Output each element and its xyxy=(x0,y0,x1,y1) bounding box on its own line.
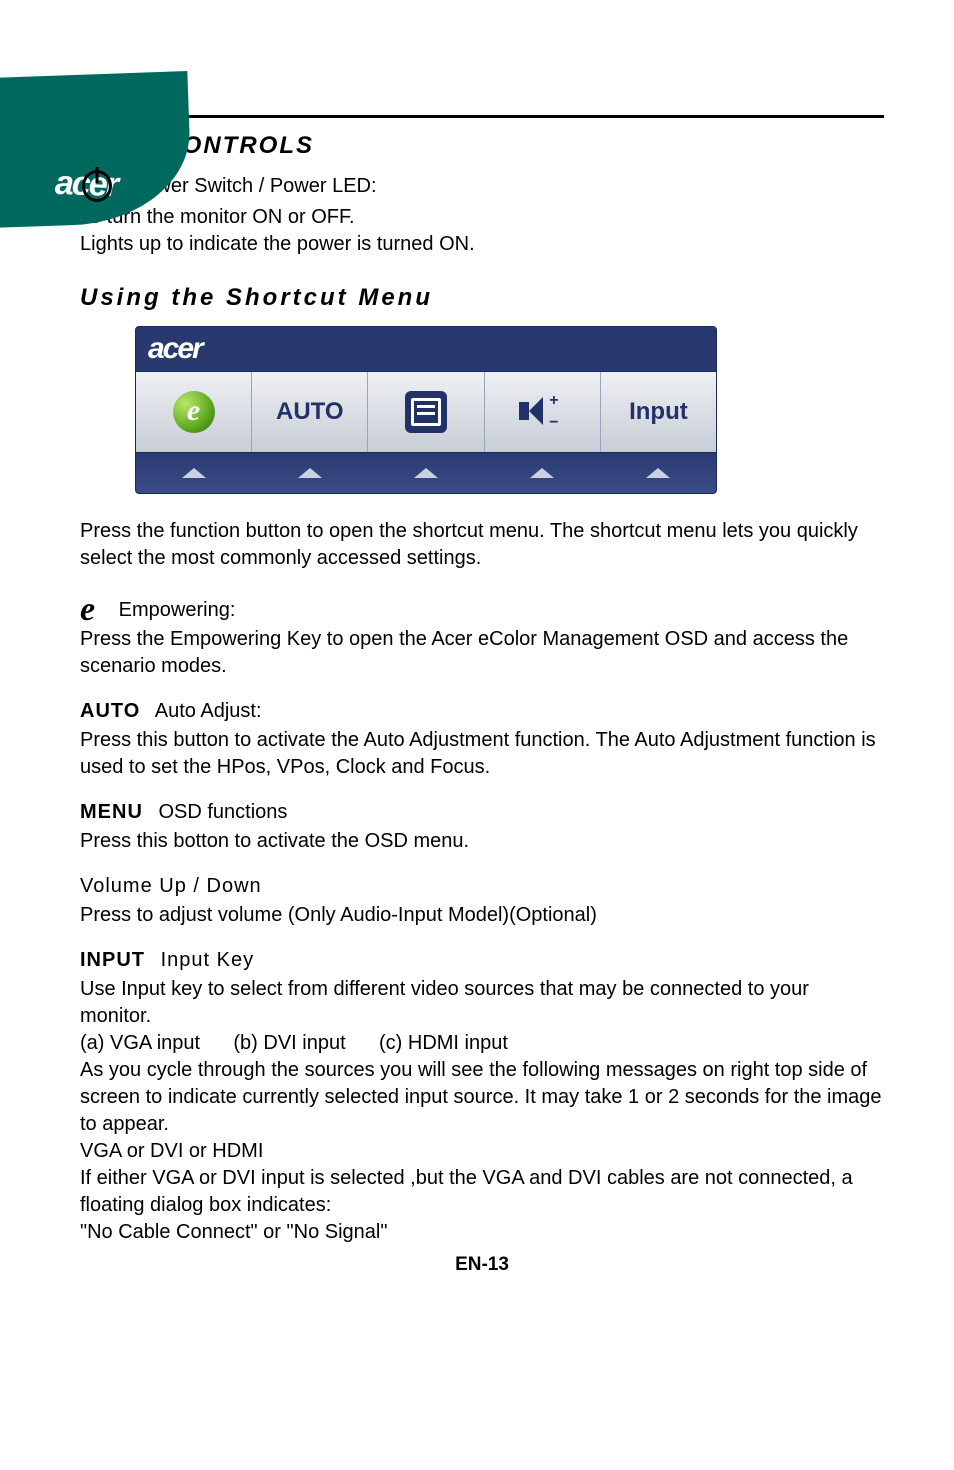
auto-adjust-label: Auto Adjust: xyxy=(155,700,262,722)
arrow-up-icon xyxy=(414,468,438,478)
menu-label: OSD functions xyxy=(158,801,287,823)
empowering-icon: e xyxy=(173,391,215,433)
osd-arrow-5[interactable] xyxy=(600,453,716,493)
osd-logo: acer xyxy=(148,332,202,366)
osd-input-button[interactable]: Input xyxy=(601,372,716,452)
volume-heading: Volume Up / Down xyxy=(80,873,884,900)
osd-empowering-button[interactable]: e xyxy=(136,372,252,452)
volume-section: Volume Up / Down Press to adjust volume … xyxy=(80,873,884,929)
menu-icon xyxy=(405,391,447,433)
auto-badge: AUTO xyxy=(80,700,140,722)
osd-arrow-1[interactable] xyxy=(136,453,252,493)
page: acer USER CONTROLS Power Switch / Power … xyxy=(0,115,954,1470)
shortcut-intro: Press the function button to open the sh… xyxy=(80,518,884,572)
empowering-e-icon: e xyxy=(80,596,95,623)
osd-button-row: e AUTO +− Input xyxy=(136,371,716,453)
power-line2: Lights up to indicate the power is turne… xyxy=(80,231,884,258)
power-row: Power Switch / Power LED: xyxy=(80,170,884,202)
menu-desc: Press this botton to activate the OSD me… xyxy=(80,828,884,855)
osd-menu-button[interactable] xyxy=(368,372,484,452)
menu-heading: MENU OSD functions xyxy=(80,799,884,826)
osd-panel: acer e AUTO +− Input xyxy=(135,326,717,494)
menu-badge: MENU xyxy=(80,801,143,823)
osd-input-label: Input xyxy=(629,398,688,426)
arrow-up-icon xyxy=(646,468,670,478)
empowering-desc: Press the Empowering Key to open the Ace… xyxy=(80,626,884,680)
menu-section: MENU OSD functions Press this botton to … xyxy=(80,799,884,855)
arrow-up-icon xyxy=(182,468,206,478)
input-section: INPUT Input Key Use Input key to select … xyxy=(80,947,884,1246)
heading-user-controls: USER CONTROLS xyxy=(80,132,884,160)
auto-adjust-section: AUTO Auto Adjust: Press this button to a… xyxy=(80,698,884,781)
page-number: EN-13 xyxy=(80,1254,884,1276)
input-line4: If either VGA or DVI input is selected ,… xyxy=(80,1165,884,1219)
osd-volume-button[interactable]: +− xyxy=(485,372,601,452)
power-line1: To turn the monitor ON or OFF. xyxy=(80,204,884,231)
osd-auto-label: AUTO xyxy=(276,398,344,426)
osd-auto-button[interactable]: AUTO xyxy=(252,372,368,452)
input-label: Input Key xyxy=(161,949,255,971)
input-line3: VGA or DVI or HDMI xyxy=(80,1138,884,1165)
empowering-label: Empowering: xyxy=(119,599,236,621)
input-para1: Use Input key to select from different v… xyxy=(80,976,884,1030)
osd-arrow-4[interactable] xyxy=(484,453,600,493)
volume-desc: Press to adjust volume (Only Audio-Input… xyxy=(80,902,884,929)
arrow-up-icon xyxy=(298,468,322,478)
top-rule xyxy=(80,115,884,118)
heading-shortcut-menu: Using the Shortcut Menu xyxy=(80,284,884,312)
input-heading: INPUT Input Key xyxy=(80,947,884,974)
arrow-up-icon xyxy=(530,468,554,478)
empowering-section: e Empowering: Press the Empowering Key t… xyxy=(80,596,884,680)
auto-adjust-desc: Press this button to activate the Auto A… xyxy=(80,727,884,781)
auto-adjust-heading: AUTO Auto Adjust: xyxy=(80,698,884,725)
input-options: (a) VGA input (b) DVI input (c) HDMI inp… xyxy=(80,1030,884,1057)
volume-icon: +− xyxy=(519,391,565,433)
osd-arrow-3[interactable] xyxy=(368,453,484,493)
osd-header: acer xyxy=(136,327,716,371)
input-badge: INPUT xyxy=(80,949,145,971)
osd-arrow-row xyxy=(136,453,716,493)
input-para2: As you cycle through the sources you wil… xyxy=(80,1057,884,1138)
input-line5: "No Cable Connect" or "No Signal" xyxy=(80,1219,884,1246)
osd-arrow-2[interactable] xyxy=(252,453,368,493)
empowering-heading-row: e Empowering: xyxy=(80,596,884,624)
